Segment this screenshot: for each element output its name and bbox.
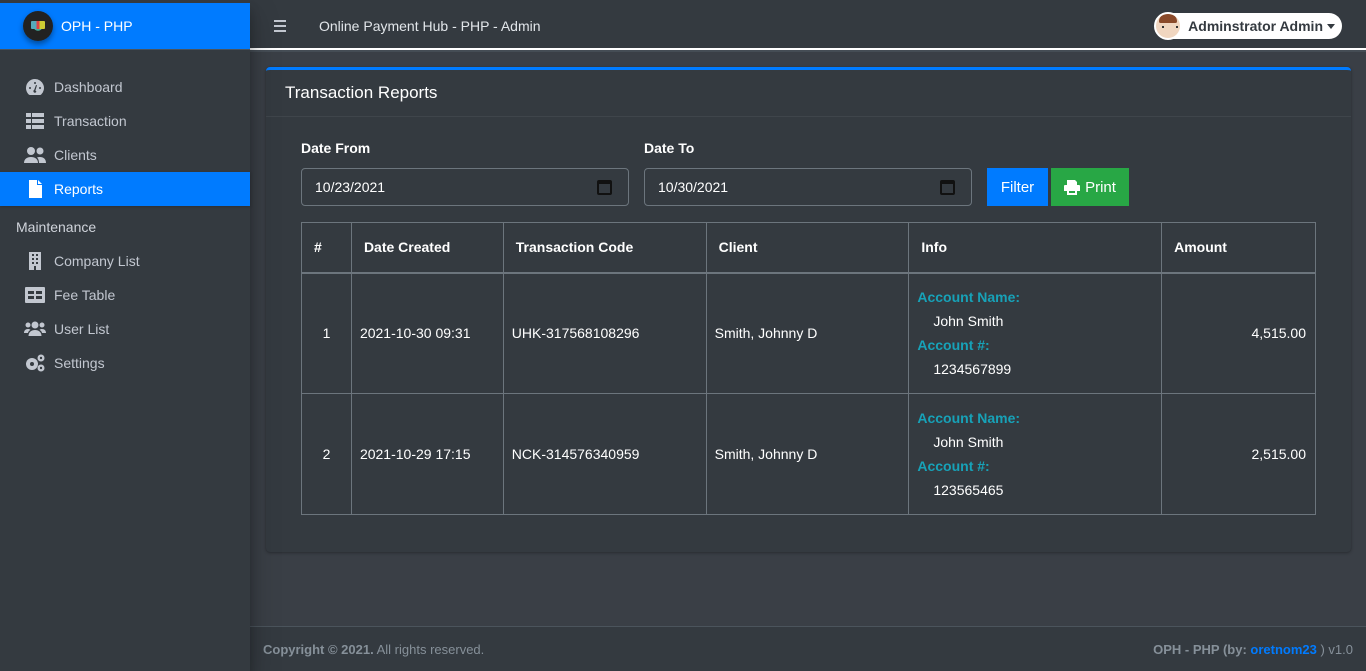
sidebar-item-label: Reports [54, 181, 104, 197]
transaction-code: NCK-314576340959 [502, 393, 707, 515]
footer: Copyright © 2021. All rights reserved. O… [250, 626, 1366, 671]
tachometer-icon [24, 77, 46, 97]
date-to-label: Date To [644, 140, 695, 156]
account-name-value: John Smith [933, 313, 1004, 330]
app-title: Online Payment Hub - PHP - Admin [319, 17, 541, 34]
sidebar-item-user-list[interactable]: User List [0, 312, 250, 346]
sidebar-item-label: Dashboard [54, 79, 123, 95]
amount: 4,515.00 [1161, 272, 1316, 394]
account-name-label: Account Name: [917, 410, 1021, 426]
sidebar-item-company-list[interactable]: Company List [0, 244, 250, 278]
sidebar-section-maintenance: Maintenance [16, 219, 97, 235]
account-no-value: 123565465 [933, 482, 1004, 498]
file-icon [24, 179, 46, 199]
building-icon [24, 251, 46, 271]
table-header-row: # Date Created Transaction Code Client I… [301, 222, 1316, 274]
sidebar-item-label: Fee Table [54, 287, 116, 303]
column-header[interactable]: Transaction Code [502, 222, 707, 274]
account-name-label: Account Name: [917, 289, 1021, 306]
date-created: 2021-10-29 17:15 [350, 393, 504, 515]
transactions-table: # Date Created Transaction Code Client I… [301, 222, 1316, 515]
sidebar-item-fee-table[interactable]: Fee Table [0, 278, 250, 312]
table-row: 1 2021-10-30 09:31 UHK-317568108296 Smit… [301, 272, 1316, 394]
client-name: Smith, Johnny D [705, 393, 910, 515]
copyright: Copyright © 2021. All rights reserved. [263, 642, 484, 657]
column-header[interactable]: Info [908, 222, 1163, 274]
card-title: Transaction Reports [285, 83, 438, 102]
print-button[interactable]: Print [1051, 168, 1129, 206]
column-header[interactable]: Date Created [350, 222, 504, 274]
filter-button[interactable]: Filter [987, 168, 1048, 206]
sidebar-item-reports[interactable]: Reports [0, 172, 250, 206]
app-logo [23, 11, 53, 41]
column-header[interactable]: Client [705, 222, 910, 274]
footer-credit: OPH - PHP (by: oretnom23 ) v1.0 [1153, 642, 1353, 657]
sidebar-item-settings[interactable]: Settings [0, 346, 250, 380]
amount: 2,515.00 [1161, 393, 1316, 515]
date-to-value: 10/30/2021 [658, 179, 729, 195]
account-no-label: Account #: [917, 458, 990, 474]
brand-link[interactable]: OPH - PHP [0, 3, 250, 50]
table-icon [24, 285, 46, 305]
column-header[interactable]: # [301, 222, 352, 274]
card-header: Transaction Reports [266, 70, 1351, 117]
sidebar-nav: Dashboard Transaction Clients Reports Ma… [0, 70, 250, 380]
sidebar-item-label: Clients [54, 147, 97, 163]
author-link[interactable]: oretnom23 [1250, 642, 1316, 657]
row-number: 2 [301, 393, 352, 515]
sidebar-item-label: User List [54, 321, 110, 337]
calendar-icon[interactable] [940, 180, 955, 195]
cogs-icon [24, 353, 46, 373]
column-header[interactable]: Amount [1161, 222, 1316, 274]
list-icon [24, 111, 46, 131]
brand-name: OPH - PHP [61, 18, 133, 34]
sidebar-item-transaction[interactable]: Transaction [0, 104, 250, 138]
avatar [1154, 12, 1183, 40]
transaction-code: UHK-317568108296 [502, 272, 707, 394]
user-friends-icon [24, 145, 46, 165]
sidebar-item-label: Settings [54, 355, 105, 371]
print-label: Print [1085, 178, 1116, 196]
hamburger-menu-icon[interactable] [274, 19, 294, 32]
caret-down-icon [1327, 23, 1335, 29]
date-from-label: Date From [301, 140, 371, 156]
user-dropdown[interactable]: Adminstrator Admin [1154, 12, 1342, 40]
row-number: 1 [301, 272, 352, 394]
top-navbar: Online Payment Hub - PHP - Admin Adminst… [250, 3, 1366, 50]
calendar-icon[interactable] [597, 180, 612, 195]
date-created: 2021-10-30 09:31 [350, 272, 504, 394]
date-to-input[interactable]: 10/30/2021 [644, 168, 972, 206]
date-from-value: 10/23/2021 [315, 179, 386, 195]
copyright-rest: All rights reserved. [373, 641, 485, 657]
info-cell: Account Name: John Smith Account #: 1235… [908, 393, 1163, 515]
user-name: Adminstrator Admin [1188, 18, 1323, 34]
account-no-value: 1234567899 [933, 361, 1012, 378]
account-no-label: Account #: [917, 337, 990, 354]
users-icon [24, 319, 46, 339]
sidebar-item-label: Transaction [54, 113, 127, 129]
client-name: Smith, Johnny D [705, 272, 910, 394]
print-icon [1064, 179, 1081, 195]
credit-suffix: ) v1.0 [1316, 641, 1353, 657]
sidebar-item-clients[interactable]: Clients [0, 138, 250, 172]
credit-prefix: OPH - PHP (by: [1153, 641, 1251, 657]
info-cell: Account Name: John Smith Account #: 1234… [908, 272, 1163, 394]
account-name-value: John Smith [933, 434, 1004, 450]
copyright-strong: Copyright © 2021. [263, 641, 374, 657]
sidebar-item-label: Company List [54, 253, 140, 269]
table-row: 2 2021-10-29 17:15 NCK-314576340959 Smit… [301, 393, 1316, 515]
sidebar-item-dashboard[interactable]: Dashboard [0, 70, 250, 104]
sidebar: OPH - PHP Dashboard Transaction Clients … [0, 0, 250, 671]
date-from-input[interactable]: 10/23/2021 [301, 168, 629, 206]
